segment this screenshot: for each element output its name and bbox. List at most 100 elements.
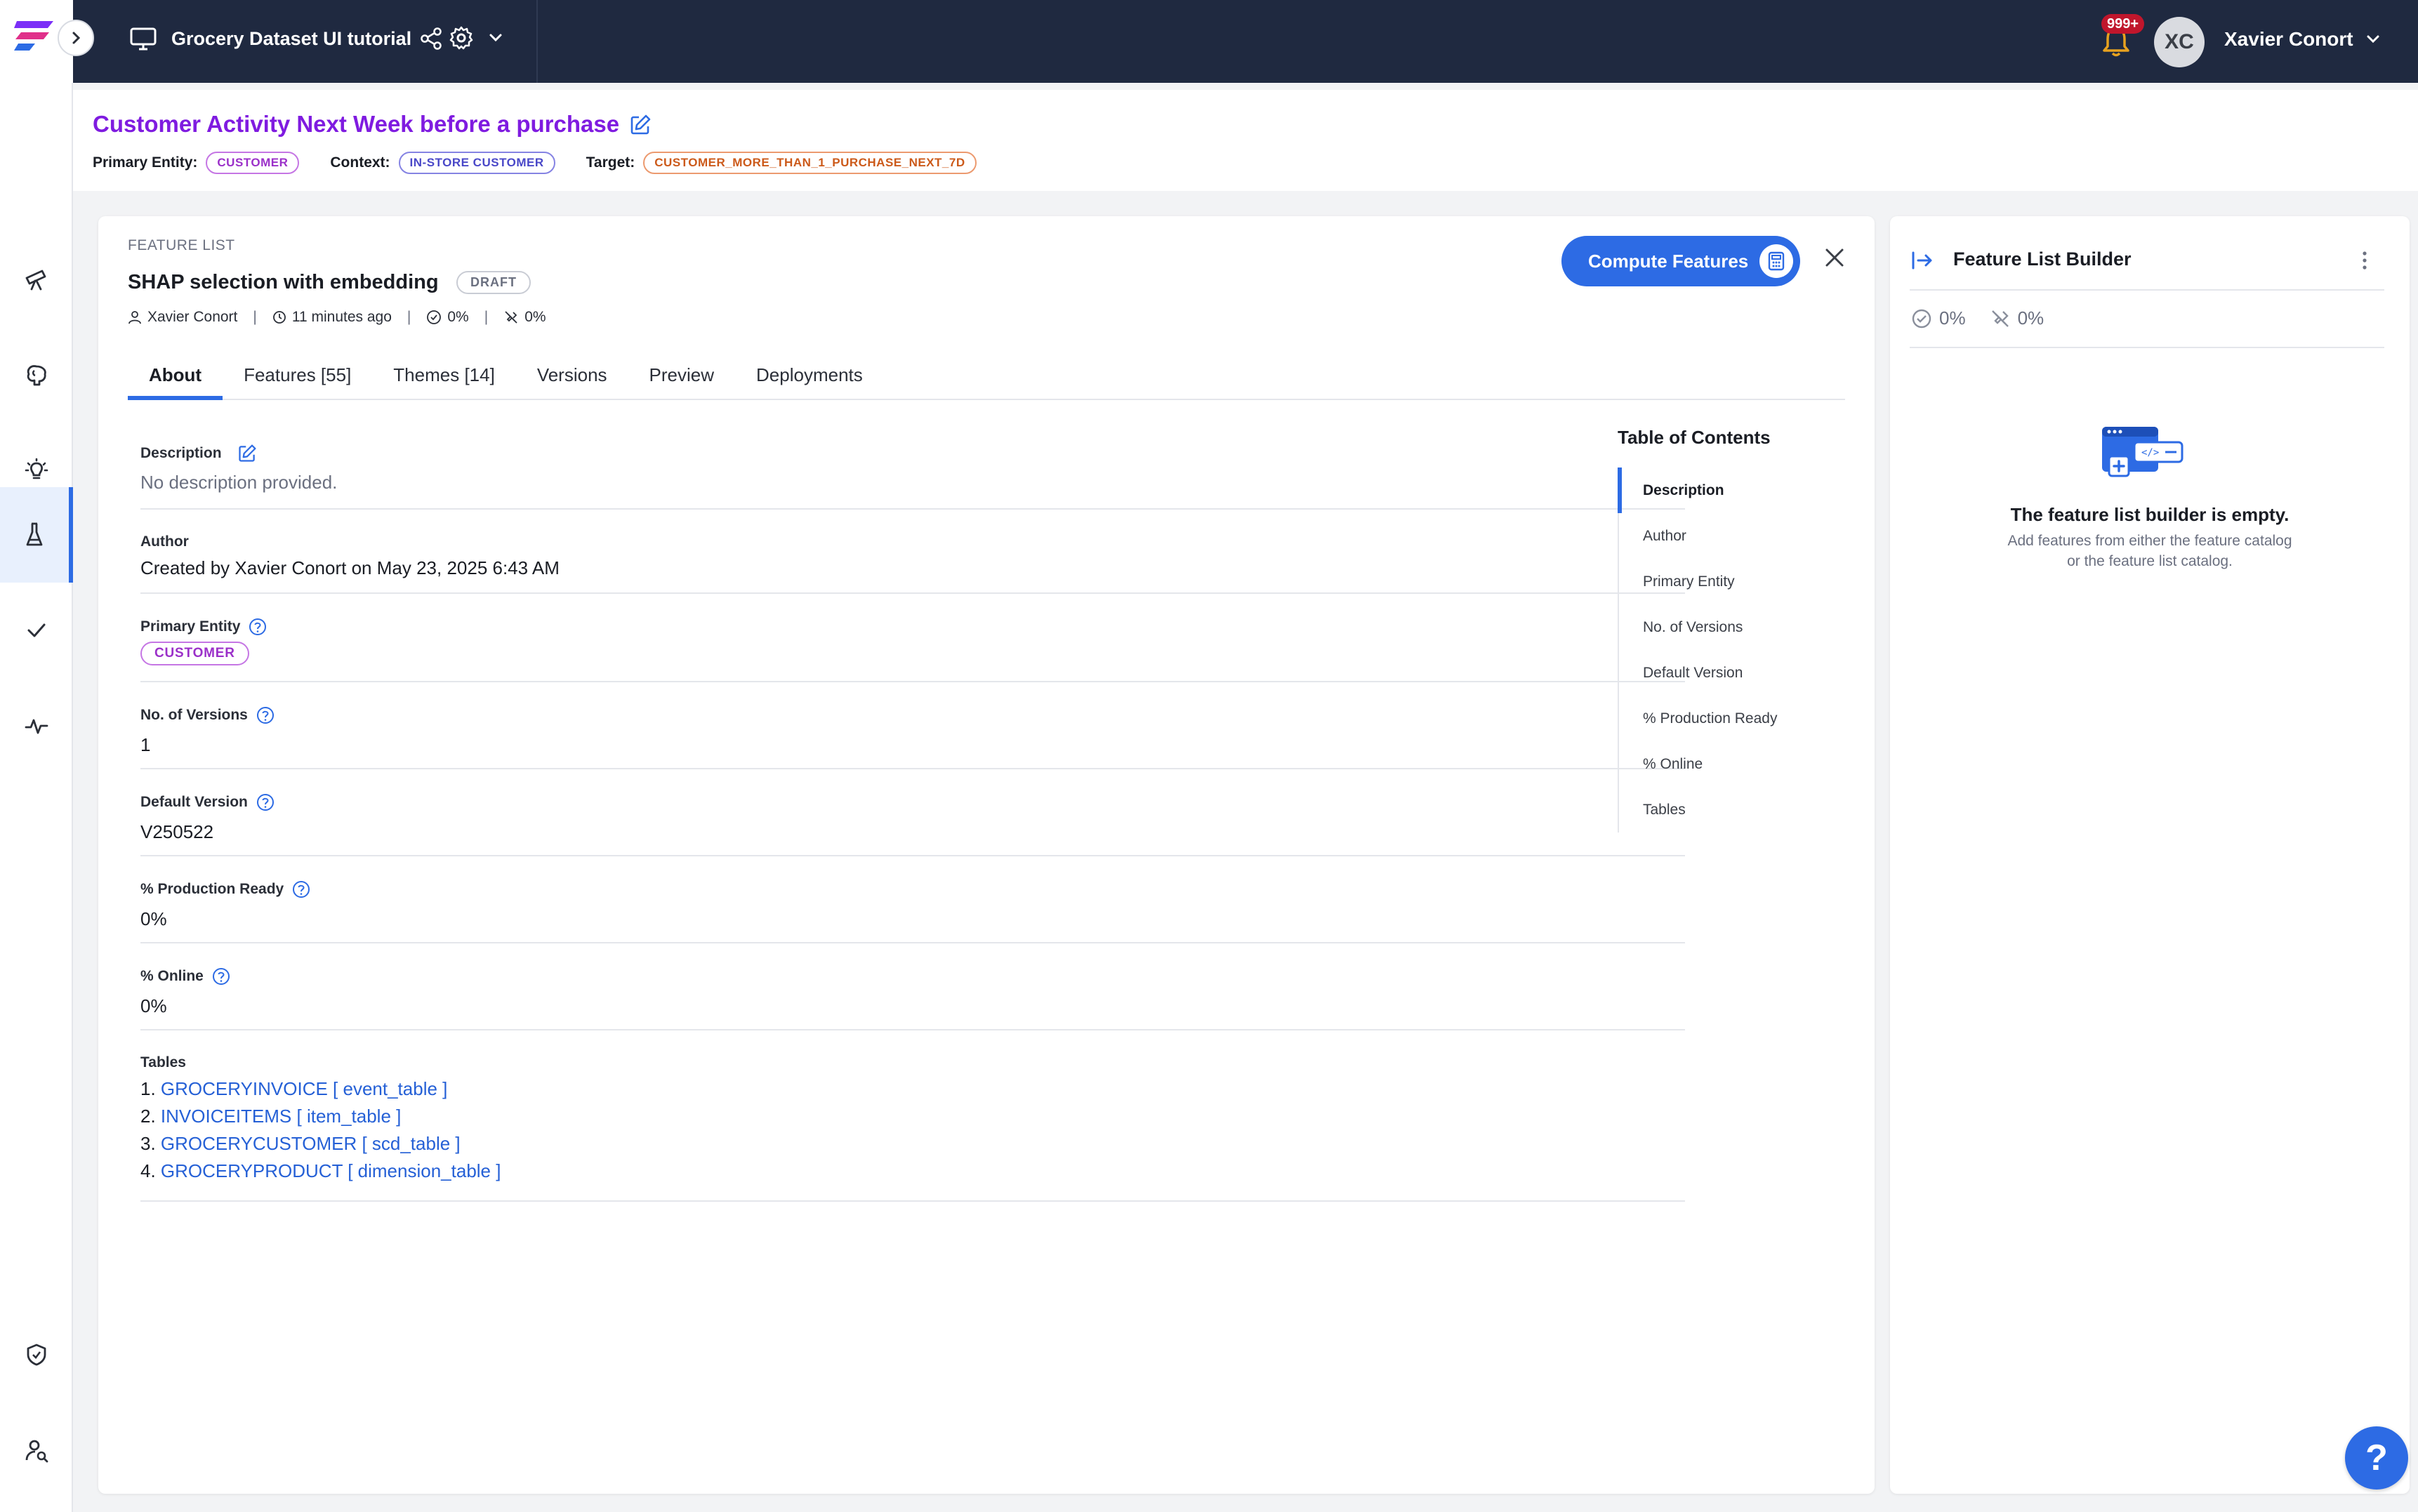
context-badge[interactable]: IN-STORE CUSTOMER xyxy=(398,152,555,174)
collapse-panel-icon[interactable] xyxy=(1911,250,1935,271)
toc-item-versions[interactable]: No. of Versions xyxy=(1619,604,1828,650)
feature-list-name: SHAP selection with embedding xyxy=(128,271,439,293)
list-item: 2. INVOICEITEMS [ item_table ] xyxy=(140,1106,402,1127)
help-button[interactable]: ? xyxy=(2345,1426,2408,1490)
toc-item-author[interactable]: Author xyxy=(1619,513,1828,559)
table-link[interactable]: GROCERYCUSTOMER [ scd_table ] xyxy=(161,1133,461,1154)
primary-entity-badge[interactable]: CUSTOMER xyxy=(206,152,300,174)
flask-icon xyxy=(26,522,43,546)
notification-badge: 999+ xyxy=(2101,14,2145,34)
meta-separator: | xyxy=(484,309,489,325)
help-circle-icon[interactable] xyxy=(249,618,267,636)
check-circle-icon xyxy=(1912,309,1931,328)
toc-item-default-version[interactable]: Default Version xyxy=(1619,650,1828,696)
page-title[interactable]: Customer Activity Next Week before a pur… xyxy=(93,111,619,138)
check-icon xyxy=(27,623,46,637)
help-circle-icon[interactable] xyxy=(212,967,230,986)
target-badge[interactable]: CUSTOMER_MORE_THAN_1_PURCHASE_NEXT_7D xyxy=(643,152,977,174)
tab-preview[interactable]: Preview xyxy=(628,354,735,400)
sidebar-item-approval[interactable] xyxy=(0,583,73,678)
primary-entity-label: Primary Entity: xyxy=(93,154,198,171)
owner-name: Xavier Conort xyxy=(147,309,238,325)
project-selector[interactable]: Grocery Dataset UI tutorial xyxy=(73,0,538,83)
clock-icon xyxy=(272,311,286,324)
chevron-down-icon[interactable] xyxy=(2365,31,2381,48)
more-options-icon[interactable] xyxy=(2360,250,2369,271)
tab-deployments[interactable]: Deployments xyxy=(735,354,884,400)
gear-icon[interactable] xyxy=(449,25,474,51)
sidebar-item-user-search[interactable] xyxy=(0,1402,73,1498)
empty-builder-illustration-icon: </> xyxy=(2102,427,2184,477)
sidebar-item-monitoring[interactable] xyxy=(0,678,73,774)
primary-entity-label: Primary Entity xyxy=(140,618,267,636)
table-link[interactable]: GROCERYINVOICE [ event_table ] xyxy=(161,1078,447,1099)
empty-state-title: The feature list builder is empty. xyxy=(2010,504,2290,525)
context-label: Context: xyxy=(330,154,390,171)
meta-separator: | xyxy=(407,309,411,325)
pulse-icon xyxy=(25,719,48,734)
tab-about[interactable]: About xyxy=(128,354,223,400)
default-version-label: Default Version xyxy=(140,793,275,811)
meta-separator: | xyxy=(253,309,257,325)
check-circle-icon xyxy=(427,310,442,324)
feature-list-builder: Feature List Builder 0% 0% </> The featu… xyxy=(1890,216,2410,1494)
share-icon[interactable] xyxy=(420,27,442,51)
section-versions: No. of Versions 1 xyxy=(140,682,1685,769)
avatar[interactable]: XC xyxy=(2154,17,2205,67)
user-name[interactable]: Xavier Conort xyxy=(2224,28,2353,51)
shield-icon xyxy=(27,1344,46,1366)
section-description: Description No description provided. xyxy=(140,421,1685,510)
top-bar: Grocery Dataset UI tutorial 999+ XC Xavi… xyxy=(0,0,2418,83)
toc-item-primary-entity[interactable]: Primary Entity xyxy=(1619,559,1828,604)
svg-text:</>: </> xyxy=(2141,447,2159,458)
section-author: Author Created by Xavier Conort on May 2… xyxy=(140,510,1685,594)
table-link[interactable]: GROCERYPRODUCT [ dimension_table ] xyxy=(161,1160,501,1181)
edit-icon[interactable] xyxy=(629,114,652,136)
author-value: Created by Xavier Conort on May 23, 2025… xyxy=(140,557,560,578)
online-pct: 0% xyxy=(524,309,546,325)
builder-online-pct: 0% xyxy=(2017,307,2044,329)
toc-item-description[interactable]: Description xyxy=(1618,467,1828,513)
help-circle-icon[interactable] xyxy=(256,793,275,811)
help-circle-icon[interactable] xyxy=(292,880,310,898)
tab-themes[interactable]: Themes [14] xyxy=(372,354,516,400)
sidebar-item-security[interactable] xyxy=(0,1307,73,1402)
app-logo-icon[interactable] xyxy=(14,18,56,55)
toc-item-online[interactable]: % Online xyxy=(1619,741,1828,787)
tab-features[interactable]: Features [55] xyxy=(223,354,372,400)
monitor-icon xyxy=(130,27,157,51)
list-item: 4. GROCERYPRODUCT [ dimension_table ] xyxy=(140,1160,501,1181)
user-search-icon xyxy=(25,1440,48,1463)
compute-features-label: Compute Features xyxy=(1588,250,1749,272)
sidebar-item-experiment[interactable] xyxy=(0,487,73,583)
primary-entity-badge[interactable]: CUSTOMER xyxy=(140,642,249,665)
author-label: Author xyxy=(140,533,189,550)
tables-list: 1. GROCERYINVOICE [ event_table ] 2. INV… xyxy=(140,1075,501,1185)
chevron-down-icon[interactable] xyxy=(487,29,504,46)
tab-versions[interactable]: Versions xyxy=(516,354,628,400)
project-title[interactable]: Grocery Dataset UI tutorial xyxy=(171,28,411,50)
versions-value: 1 xyxy=(140,734,151,755)
updated-time: 11 minutes ago xyxy=(291,309,392,325)
builder-production-ready-pct: 0% xyxy=(1939,307,1966,329)
sidebar-item-telescope[interactable] xyxy=(0,232,73,327)
toc-item-production-ready[interactable]: % Production Ready xyxy=(1619,696,1828,741)
empty-state-hint: Add features from either the feature cat… xyxy=(2007,533,2292,569)
online-label: % Online xyxy=(140,967,230,986)
use-case-header: Customer Activity Next Week before a pur… xyxy=(73,83,2418,191)
close-icon[interactable] xyxy=(1824,247,1845,268)
telescope-icon xyxy=(25,270,46,291)
compute-features-button[interactable]: Compute Features xyxy=(1561,236,1800,286)
offline-plug-icon xyxy=(505,311,517,324)
brain-icon xyxy=(27,365,46,386)
feature-list-tabs: About Features [55] Themes [14] Versions… xyxy=(128,354,1845,400)
table-link[interactable]: INVOICEITEMS [ item_table ] xyxy=(161,1106,401,1127)
list-item: 1. GROCERYINVOICE [ event_table ] xyxy=(140,1078,448,1099)
edit-icon[interactable] xyxy=(237,444,257,463)
sidebar-item-brain[interactable] xyxy=(0,327,73,423)
toc-item-tables[interactable]: Tables xyxy=(1619,787,1828,833)
list-item: 3. GROCERYCUSTOMER [ scd_table ] xyxy=(140,1133,461,1154)
panel-eyebrow: FEATURE LIST xyxy=(128,237,235,253)
help-circle-icon[interactable] xyxy=(256,706,275,724)
builder-stats: 0% 0% xyxy=(1911,307,2068,329)
